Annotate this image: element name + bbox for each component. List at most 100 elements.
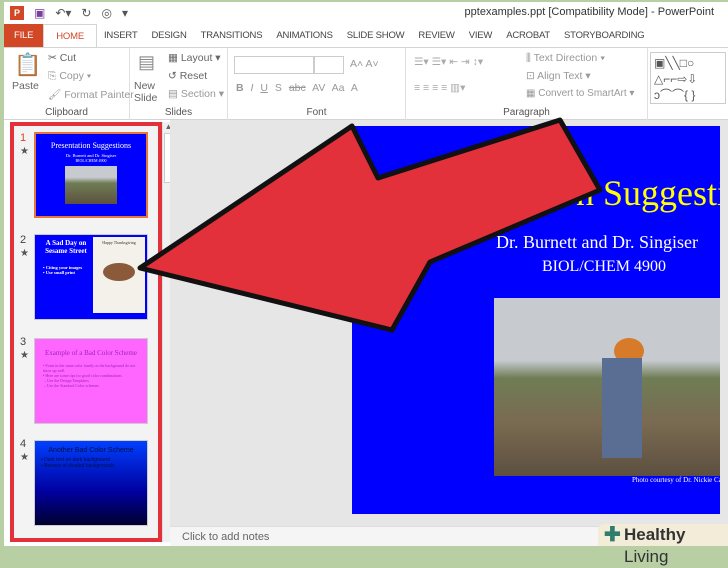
tab-animations[interactable]: ANIMATIONS xyxy=(269,24,339,47)
notes-placeholder[interactable]: Click to add notes xyxy=(182,531,269,543)
powerpoint-logo-icon: P xyxy=(10,6,24,20)
tab-home[interactable]: HOME xyxy=(43,24,97,47)
align-text-label: Align Text xyxy=(537,70,583,82)
star-icon: ★ xyxy=(20,452,29,463)
copy-icon: ⎘ xyxy=(48,70,60,82)
slides-label: Slides xyxy=(164,107,193,118)
reset-button[interactable]: ↺ Reset xyxy=(168,70,207,82)
ribbon-tabs: FILE HOME INSERT DESIGN TRANSITIONS ANIM… xyxy=(4,24,728,47)
copy-label: Copy xyxy=(59,70,84,82)
slide-title[interactable]: Presentation Suggestions xyxy=(416,172,720,214)
tab-review[interactable]: REVIEW xyxy=(411,24,461,47)
smartart-button[interactable]: ▦ Convert to SmartArt ▾ xyxy=(526,88,634,99)
align-text-button[interactable]: ⊡ Align Text ▾ xyxy=(526,70,591,82)
customize-icon[interactable]: ▾ xyxy=(122,6,128,20)
font-format-buttons[interactable]: B I U S abc AV Aa A xyxy=(236,82,358,94)
thumb-bullets: • Fonts in the same color family as the … xyxy=(43,363,136,388)
thumb-course: BIOL/CHEM 4900 xyxy=(75,158,107,163)
new-slide-button[interactable]: New Slide xyxy=(134,80,162,104)
star-icon: ★ xyxy=(20,350,29,361)
list-buttons[interactable]: ☰▾ ☰▾ ⇤ ⇥ ↕▾ xyxy=(414,56,483,68)
section-label: Section xyxy=(180,88,216,100)
layout-button[interactable]: ▦ Layout ▾ xyxy=(168,52,221,64)
watermark-rest: Living xyxy=(624,547,669,566)
brush-icon: 🖌 xyxy=(48,89,65,101)
thumb-bullet: Beware of shaded backgrounds xyxy=(44,463,115,469)
thumb-title: Example of a Bad Color Scheme xyxy=(45,349,137,357)
slides-group: ▤ New Slide ▦ Layout ▾ ↺ Reset ▤ Section… xyxy=(130,48,228,120)
paragraph-group: ☰▾ ☰▾ ⇤ ⇥ ↕▾ ≡ ≡ ≡ ≡ ▥▾ ⫼ Text Direction… xyxy=(406,48,648,120)
grow-font-icon[interactable]: A˄ A˅ xyxy=(350,58,379,70)
thumbnail-slide-1[interactable]: Presentation Suggestions Dr. Burnett and… xyxy=(34,132,148,218)
font-color-button[interactable]: A xyxy=(351,82,358,94)
save-icon[interactable]: ▣ xyxy=(34,6,45,20)
new-slide-icon[interactable]: ▤ xyxy=(138,52,155,73)
bold-button[interactable]: B xyxy=(236,82,244,94)
format-painter-button[interactable]: 🖌 Format Painter xyxy=(48,88,134,101)
slide-number: 3 xyxy=(20,336,27,348)
case-button[interactable]: Aa xyxy=(332,82,345,94)
watermark-bold: Healthy xyxy=(624,525,686,544)
paragraph-label: Paragraph xyxy=(503,107,550,118)
shadow-button[interactable]: S xyxy=(275,82,282,94)
star-icon: ★ xyxy=(20,146,29,157)
thumbnail-slide-4[interactable]: Another Bad Color Scheme • Dark text on … xyxy=(34,440,148,526)
strikethrough-button[interactable]: abc xyxy=(289,82,306,94)
italic-button[interactable]: I xyxy=(251,82,254,94)
thumbnail-slide-2[interactable]: A Sad Day on Sesame Street • Citing your… xyxy=(34,234,148,320)
thumb-bullets: • Dark text on dark background • Beware o… xyxy=(41,457,115,469)
tab-design[interactable]: DESIGN xyxy=(144,24,193,47)
undo-icon[interactable]: ↶▾ xyxy=(55,6,71,20)
present-icon[interactable]: ◎ xyxy=(101,6,111,20)
thumb-title: Another Bad Color Scheme xyxy=(48,447,134,454)
tab-acrobat[interactable]: ACROBAT xyxy=(499,24,557,47)
font-name-select[interactable] xyxy=(234,56,314,74)
slide-photo[interactable] xyxy=(494,298,720,476)
thumb-bullet: Use small print xyxy=(45,270,75,275)
spacing-button[interactable]: AV xyxy=(312,82,325,94)
thumb-title: Presentation Suggestions xyxy=(50,141,132,150)
font-size-select[interactable] xyxy=(314,56,344,74)
slide-subtitle[interactable]: Dr. Burnett and Dr. Singiser xyxy=(496,232,698,253)
window-title: pptexamples.ppt [Compatibility Mode] - P… xyxy=(464,6,714,18)
thumb-illustration: Happy Thanksgiving xyxy=(93,237,145,313)
thumb-banner: Happy Thanksgiving xyxy=(102,240,136,245)
text-direction-button[interactable]: ⫼ Text Direction ▾ xyxy=(526,52,605,65)
copy-button[interactable]: ⎘ Copy ▾ xyxy=(48,70,91,83)
title-bar: P ▣ ↶▾ ↻ ◎ ▾ pptexamples.ppt [Compatibil… xyxy=(4,2,728,24)
tab-insert[interactable]: INSERT xyxy=(97,24,144,47)
reset-label: Reset xyxy=(179,70,208,82)
photo-credit: Photo courtesy of Dr. Nickie Cauthen xyxy=(632,476,720,484)
slide-number: 2 xyxy=(20,234,27,246)
redo-icon[interactable]: ↻ xyxy=(81,6,91,20)
star-icon: ★ xyxy=(20,248,29,259)
cut-button[interactable]: ✂ Cut xyxy=(48,52,76,64)
thumb-bullet: Fonts in the same color family as the ba… xyxy=(43,363,136,373)
font-label: Font xyxy=(306,107,327,118)
current-slide[interactable]: Presentation Suggestions Dr. Burnett and… xyxy=(352,126,720,514)
tab-transitions[interactable]: TRANSITIONS xyxy=(194,24,270,47)
cut-label: Cut xyxy=(59,52,77,64)
ribbon: 📋 Paste ✂ Cut ⎘ Copy ▾ 🖌 Format Painter … xyxy=(4,47,728,120)
tab-slide-show[interactable]: SLIDE SHOW xyxy=(340,24,412,47)
font-group: A˄ A˅ B I U S abc AV Aa A Font xyxy=(228,48,406,120)
shapes-icon[interactable]: ▣╲╲□○ △⌐⌐⇨⇩ ↄ⌒⌒{ } xyxy=(654,55,697,103)
smartart-label: Convert to SmartArt xyxy=(538,88,627,99)
align-buttons[interactable]: ≡ ≡ ≡ ≡ ▥▾ xyxy=(414,82,465,94)
section-button[interactable]: ▤ Section ▾ xyxy=(168,88,224,100)
clipboard-group: 📋 Paste ✂ Cut ⎘ Copy ▾ 🖌 Format Painter … xyxy=(4,48,134,120)
slide-thumbnails-panel: 1 ★ Presentation Suggestions Dr. Burnett… xyxy=(10,122,162,542)
thumb-title: A Sad Day on Sesame Street xyxy=(45,239,87,255)
tab-view[interactable]: VIEW xyxy=(462,24,499,47)
underline-button[interactable]: U xyxy=(260,82,268,94)
shapes-gallery[interactable]: ▣╲╲□○ △⌐⌐⇨⇩ ↄ⌒⌒{ } xyxy=(650,52,726,104)
tab-storyboarding[interactable]: STORYBOARDING xyxy=(557,24,651,47)
clipboard-label: Clipboard xyxy=(45,107,88,118)
paste-button[interactable]: Paste xyxy=(12,80,39,92)
format-painter-label: Format Painter xyxy=(64,89,134,101)
slide-course[interactable]: BIOL/CHEM 4900 xyxy=(542,258,666,276)
thumbnail-slide-3[interactable]: Example of a Bad Color Scheme • Fonts in… xyxy=(34,338,148,424)
paste-icon[interactable]: 📋 xyxy=(14,52,41,78)
slide-number: 1 xyxy=(20,132,27,144)
tab-file[interactable]: FILE xyxy=(4,24,44,47)
